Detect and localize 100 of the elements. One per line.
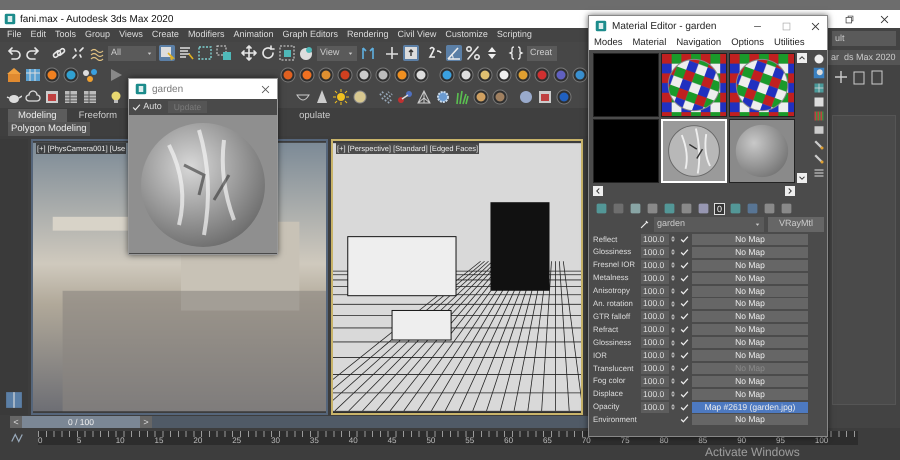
play-icon[interactable] [108,67,124,83]
checkbox[interactable] [680,350,689,360]
orb-icon[interactable] [473,89,489,105]
menu-item[interactable]: Rendering [344,28,395,42]
plus-icon[interactable] [832,69,848,85]
select-object-icon[interactable] [159,45,175,61]
disc-icon[interactable] [352,89,368,105]
placement-icon[interactable] [298,45,314,61]
square-icon[interactable] [812,96,824,108]
checkbox[interactable] [132,102,141,112]
scale-icon[interactable] [279,45,295,61]
map-button[interactable]: No Map [692,337,808,348]
selection-filter-dropdown[interactable]: All [108,46,156,60]
checkbox[interactable] [680,325,689,334]
map-button[interactable]: No Map [692,286,808,296]
menu-item[interactable]: Graph Editors [279,28,344,42]
pick-icon[interactable] [812,152,824,165]
material-slot[interactable] [661,53,727,117]
menu-item[interactable]: Options [731,36,764,50]
value-field[interactable]: 100.0 [641,246,669,258]
curve-editor-icon[interactable] [10,431,24,445]
checker-icon[interactable] [812,82,824,94]
map-button[interactable]: No Map [692,414,808,426]
options-icon[interactable] [812,167,824,179]
menu-item[interactable]: Civil View [394,28,442,42]
value-field[interactable]: 100.0 [641,376,669,387]
percent-snap-icon[interactable] [465,45,481,61]
orb-icon[interactable] [458,67,474,83]
value-field[interactable]: 100.0 [641,298,669,310]
workspace-dropdown[interactable]: ult [832,31,896,46]
sample-sphere-icon[interactable] [812,53,824,65]
close-icon[interactable] [260,84,271,94]
chain-link-icon[interactable] [51,45,67,61]
material-type-button[interactable]: VRayMtl [768,216,824,232]
value-field[interactable]: 100.0 [641,324,669,336]
scroll-down-icon[interactable] [797,173,808,183]
map-button[interactable]: Map #2619 (garden.jpg) [692,402,808,413]
axis-cross-icon[interactable] [384,45,400,61]
map-button[interactable]: No Map [692,298,808,310]
cone-icon[interactable] [314,89,330,105]
value-field[interactable]: 100.0 [641,260,669,271]
map-button[interactable]: No Map [692,311,808,322]
next-frame-button[interactable]: > [140,416,152,428]
table-icon[interactable] [82,89,98,105]
snap-icon[interactable] [427,45,443,61]
ribbon-panel-tab[interactable]: Polygon Modeling [8,122,90,136]
menu-item[interactable]: Tools [52,28,82,42]
dots-icon[interactable] [82,67,98,83]
map-button[interactable]: No Map [692,260,808,271]
map-button[interactable]: No Map [692,272,808,284]
keyboard-shortcut-icon[interactable] [403,45,419,61]
broken-chain-icon[interactable] [70,45,86,61]
window-icon[interactable] [537,89,553,105]
menu-item[interactable]: Modifiers [184,28,230,42]
undo-icon[interactable] [6,45,22,61]
value-field[interactable]: 100.0 [641,350,669,361]
checkbox[interactable] [680,260,689,270]
value-field[interactable]: 100.0 [641,234,669,245]
background-icon[interactable] [812,67,824,80]
menu-item[interactable]: Utilities [774,36,805,50]
move-icon[interactable] [241,45,257,61]
checkbox[interactable] [680,312,689,322]
menu-item[interactable]: File [4,28,28,42]
map-button[interactable]: No Map [692,388,808,400]
time-slider-thumb[interactable]: 0 / 100 [22,416,140,428]
rectangle-selection-icon[interactable] [197,45,213,61]
material-slot[interactable] [729,119,795,183]
orb-icon[interactable] [439,67,455,83]
pivot-icon[interactable] [360,45,376,61]
gear-icon[interactable] [435,89,451,105]
previous-frame-button[interactable]: < [10,416,22,428]
window-icon[interactable] [44,89,60,105]
window-crossing-icon[interactable] [216,45,232,61]
select-by-name-icon[interactable] [178,45,194,61]
sun-icon[interactable] [333,89,349,105]
color-bars-icon[interactable] [812,110,824,122]
checkbox[interactable] [680,402,689,412]
molecule-icon[interactable] [397,89,413,105]
house-icon[interactable] [6,67,22,83]
scroll-up-icon[interactable] [797,53,808,63]
material-id-button[interactable]: 0 [714,202,726,214]
checkbox[interactable] [680,390,689,399]
named-selection-dropdown[interactable]: Creat [527,46,557,60]
menu-item[interactable]: Animation [230,28,280,42]
redo-icon[interactable] [25,45,41,61]
ribbon-tab[interactable]: Modeling [8,109,67,122]
checkbox[interactable] [680,286,689,296]
grass-icon[interactable] [454,89,470,105]
value-field[interactable]: 100.0 [641,311,669,322]
map-button[interactable]: No Map [692,234,808,245]
scroll-left-icon[interactable] [593,186,603,196]
material-name-field[interactable]: garden [654,216,764,232]
angle-snap-icon[interactable] [446,45,462,61]
value-field[interactable]: 100.0 [641,286,669,296]
orb-icon[interactable] [496,67,512,83]
checkbox[interactable] [680,415,689,424]
orb-icon[interactable] [477,67,493,83]
value-field[interactable]: 100.0 [641,402,669,413]
value-field[interactable]: 100.0 [641,337,669,348]
checkbox[interactable] [680,274,689,283]
